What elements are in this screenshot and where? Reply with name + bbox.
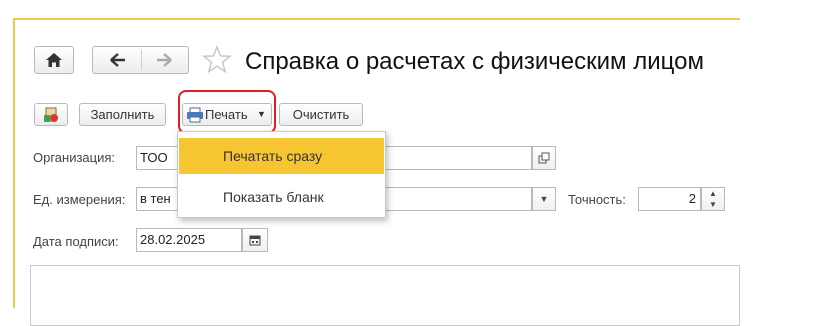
fill-button[interactable]: Заполнить	[79, 103, 166, 126]
calendar-icon	[249, 235, 261, 246]
star-icon	[202, 45, 232, 74]
print-label: Печать	[205, 107, 248, 122]
unit-label: Ед. измерения:	[33, 192, 126, 207]
print-dropdown-menu: Печатать сразу Показать бланк	[177, 131, 386, 218]
menu-item-show-form[interactable]: Показать бланк	[179, 179, 384, 215]
precision-field[interactable]: 2	[638, 187, 701, 211]
nav-separator	[141, 50, 142, 70]
back-button[interactable]	[109, 49, 127, 76]
open-form-icon	[538, 152, 550, 164]
arrow-right-icon	[157, 53, 172, 67]
clear-button[interactable]: Очистить	[279, 103, 363, 126]
menu-item-print-now[interactable]: Печатать сразу	[179, 138, 384, 174]
forward-button[interactable]	[155, 49, 173, 76]
sign-date-label: Дата подписи:	[33, 234, 119, 249]
unit-dropdown-button[interactable]: ▼	[532, 187, 556, 211]
open-organization-button[interactable]	[532, 146, 556, 170]
calendar-button[interactable]	[242, 228, 268, 252]
stepper-down-icon[interactable]: ▼	[702, 199, 724, 210]
chevron-down-icon: ▼	[539, 194, 549, 204]
printer-icon	[187, 107, 203, 123]
precision-stepper[interactable]: ▲ ▼	[701, 187, 725, 211]
organization-label: Организация:	[33, 150, 116, 165]
precision-label: Точность:	[568, 192, 626, 207]
page-title: Справка о расчетах с физическим лицом	[245, 48, 704, 75]
report-settings-button[interactable]	[34, 103, 68, 126]
stepper-up-icon[interactable]: ▲	[702, 188, 724, 199]
window-frame-top	[13, 18, 740, 20]
chevron-down-icon: ▼	[257, 109, 266, 119]
home-icon	[46, 53, 62, 67]
report-area[interactable]	[30, 265, 740, 326]
sign-date-field[interactable]: 28.02.2025	[136, 228, 242, 252]
print-button[interactable]: Печать ▼	[182, 103, 272, 126]
home-button[interactable]	[34, 46, 74, 74]
favorite-button[interactable]	[201, 44, 233, 84]
history-nav-group	[92, 46, 189, 74]
window-frame-left	[13, 18, 15, 308]
arrow-left-icon	[110, 53, 125, 67]
report-icon	[44, 107, 58, 122]
